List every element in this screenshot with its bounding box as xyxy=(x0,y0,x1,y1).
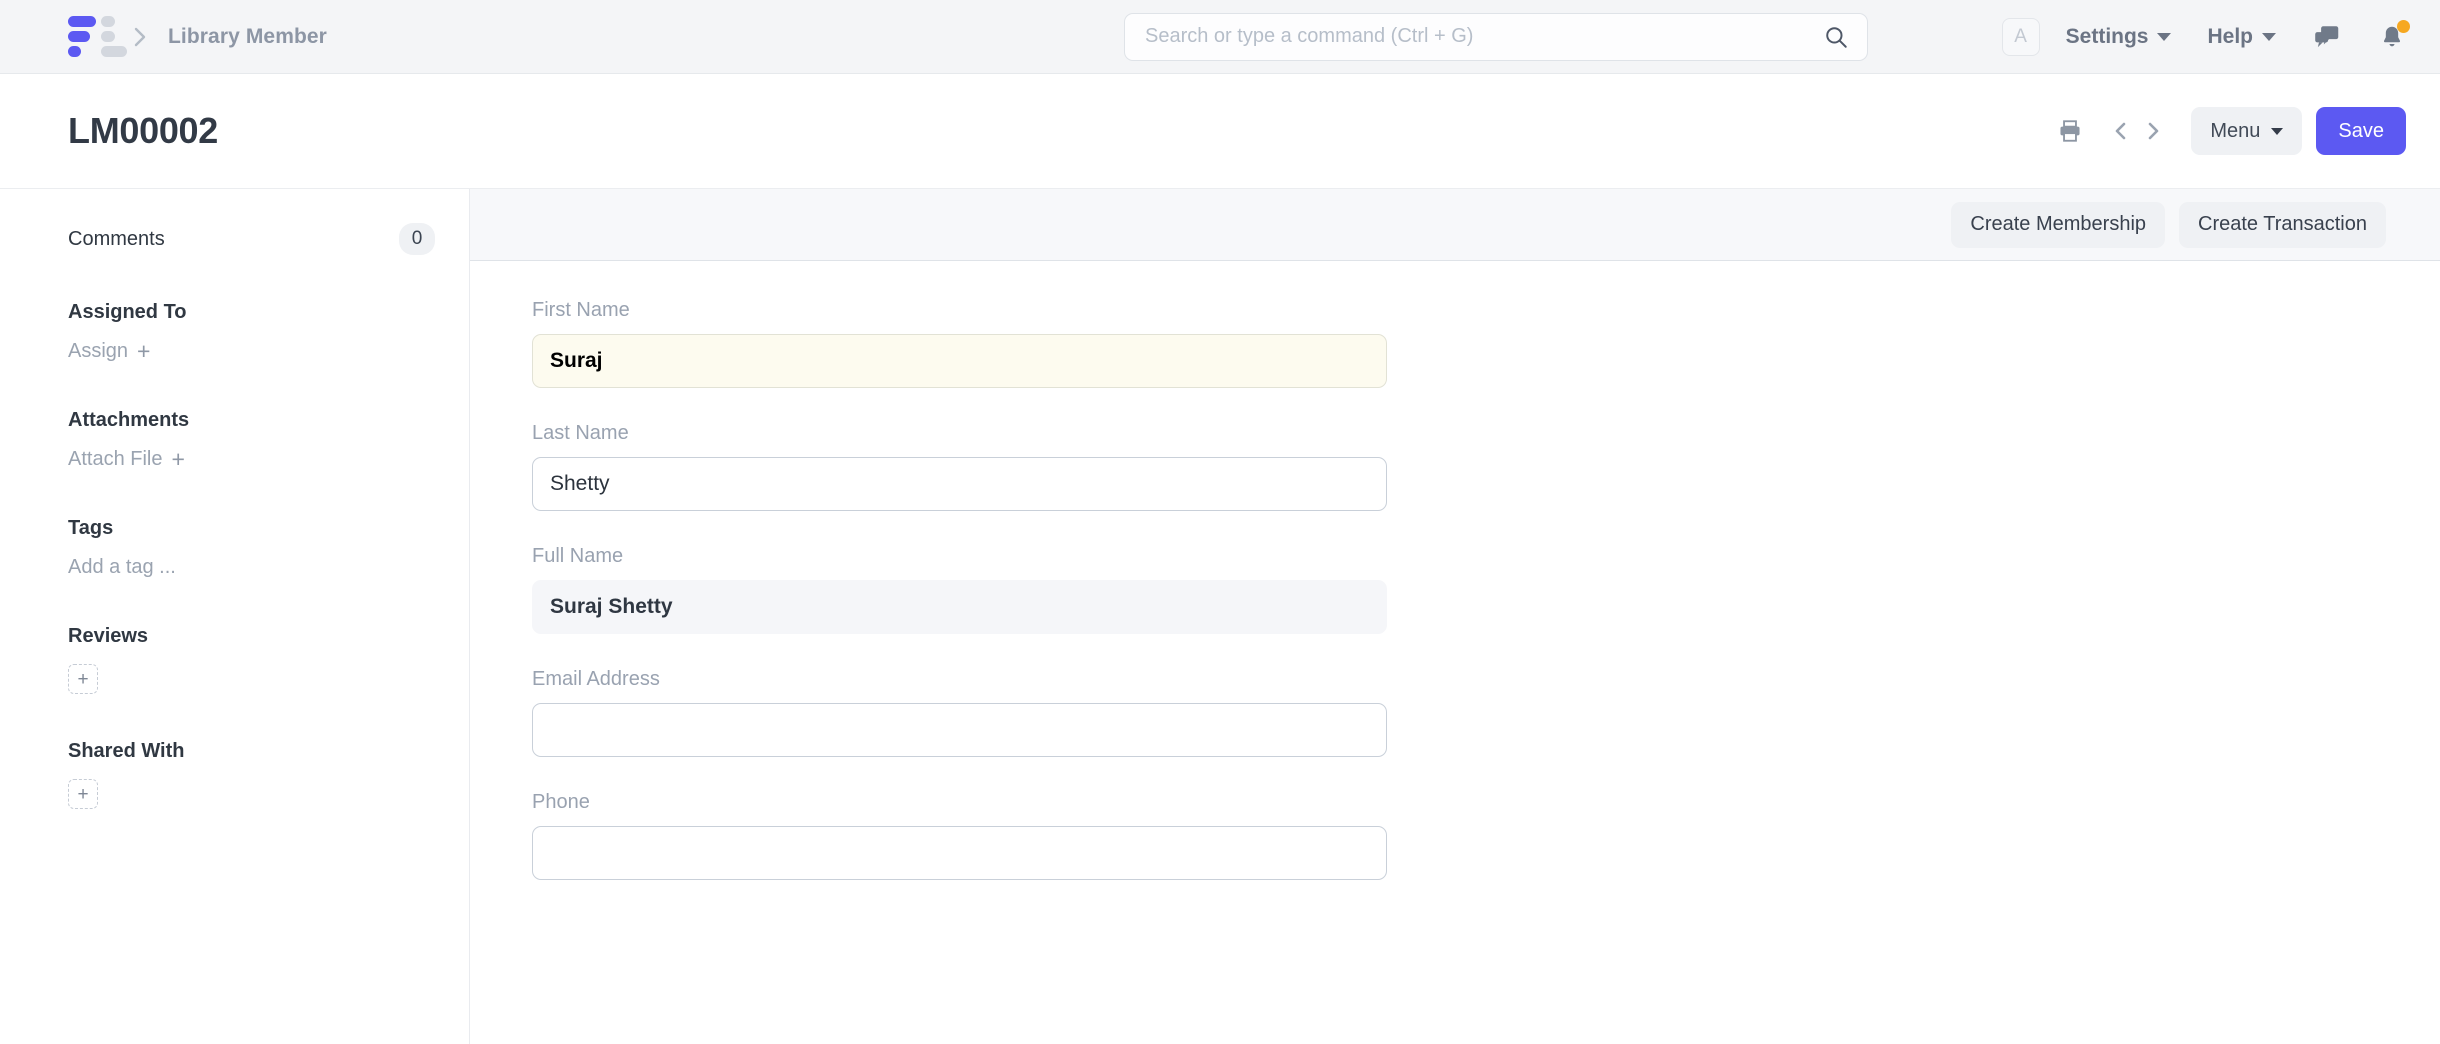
page-body: Comments 0 Assigned To Assign + Attachme… xyxy=(0,188,2440,1044)
field-label: Full Name xyxy=(532,545,2440,568)
print-icon[interactable] xyxy=(2051,118,2089,144)
field-first-name: First Name xyxy=(532,299,2440,388)
phone-input[interactable] xyxy=(532,826,1387,880)
add-review-button[interactable]: + xyxy=(68,664,98,694)
comments-count-badge: 0 xyxy=(399,223,435,255)
comments-label: Comments xyxy=(68,228,165,251)
save-button[interactable]: Save xyxy=(2316,107,2406,155)
sidebar-item-comments[interactable]: Comments 0 xyxy=(68,223,435,255)
form-action-bar: Create Membership Create Transaction xyxy=(470,189,2440,261)
avatar[interactable]: A xyxy=(2002,18,2040,56)
field-label: Phone xyxy=(532,791,2440,814)
bell-icon[interactable] xyxy=(2378,23,2406,51)
navbar-right: A Settings Help xyxy=(2002,18,2406,56)
field-last-name: Last Name xyxy=(532,422,2440,511)
field-full-name: Full Name Suraj Shetty xyxy=(532,545,2440,634)
chevron-down-icon xyxy=(2157,33,2171,41)
chevron-right-icon[interactable] xyxy=(2137,118,2169,144)
sidebar-section-reviews: Reviews + xyxy=(68,625,435,694)
frappe-logo-icon[interactable] xyxy=(68,17,108,57)
page-title: LM00002 xyxy=(68,110,218,152)
plus-icon: + xyxy=(171,448,184,471)
top-navbar: Library Member A Settings Help xyxy=(0,0,2440,74)
sidebar-section-assigned-to: Assigned To Assign + xyxy=(68,301,435,363)
help-menu[interactable]: Help xyxy=(2207,25,2276,49)
settings-label: Settings xyxy=(2066,25,2149,49)
sidebar-section-shared-with: Shared With + xyxy=(68,740,435,809)
form-sidebar: Comments 0 Assigned To Assign + Attachme… xyxy=(0,189,470,1044)
field-phone: Phone xyxy=(532,791,2440,880)
breadcrumb-chevron-icon xyxy=(130,24,150,50)
chat-icon[interactable] xyxy=(2312,22,2342,52)
notification-dot xyxy=(2397,20,2410,33)
add-share-button[interactable]: + xyxy=(68,779,98,809)
chevron-down-icon xyxy=(2271,128,2283,135)
search-input[interactable] xyxy=(1145,25,1823,48)
shared-with-label: Shared With xyxy=(68,740,435,763)
tags-label: Tags xyxy=(68,517,435,540)
search-box[interactable] xyxy=(1124,13,1868,61)
page-header-actions: Menu Save xyxy=(2051,107,2406,155)
last-name-input[interactable] xyxy=(532,457,1387,511)
menu-button-label: Menu xyxy=(2210,120,2260,143)
breadcrumb[interactable]: Library Member xyxy=(168,25,327,49)
sidebar-section-tags: Tags Add a tag ... xyxy=(68,517,435,579)
menu-button[interactable]: Menu xyxy=(2191,107,2302,155)
page-header: LM00002 Menu Save xyxy=(0,74,2440,188)
create-membership-button[interactable]: Create Membership xyxy=(1951,202,2165,248)
chevron-down-icon xyxy=(2262,33,2276,41)
first-name-input[interactable] xyxy=(532,334,1387,388)
create-transaction-button[interactable]: Create Transaction xyxy=(2179,202,2386,248)
attach-file-button[interactable]: Attach File + xyxy=(68,448,435,471)
help-label: Help xyxy=(2207,25,2253,49)
field-label: First Name xyxy=(532,299,2440,322)
assign-button[interactable]: Assign + xyxy=(68,340,435,363)
field-label: Email Address xyxy=(532,668,2440,691)
attachments-label: Attachments xyxy=(68,409,435,432)
attach-file-label: Attach File xyxy=(68,448,162,471)
assign-label: Assign xyxy=(68,340,128,363)
form-main: Create Membership Create Transaction Fir… xyxy=(470,189,2440,1044)
global-search xyxy=(1124,13,1868,61)
add-tag-input[interactable]: Add a tag ... xyxy=(68,556,435,579)
field-label: Last Name xyxy=(532,422,2440,445)
navbar-left: Library Member xyxy=(68,17,327,57)
settings-menu[interactable]: Settings xyxy=(2066,25,2172,49)
search-icon[interactable] xyxy=(1823,24,1849,50)
reviews-label: Reviews xyxy=(68,625,435,648)
plus-icon: + xyxy=(137,340,150,363)
assigned-to-label: Assigned To xyxy=(68,301,435,324)
sidebar-section-attachments: Attachments Attach File + xyxy=(68,409,435,471)
email-address-input[interactable] xyxy=(532,703,1387,757)
chevron-left-icon[interactable] xyxy=(2105,118,2137,144)
field-email-address: Email Address xyxy=(532,668,2440,757)
full-name-value: Suraj Shetty xyxy=(532,580,1387,634)
form-fields: First Name Last Name Full Name Suraj She… xyxy=(470,261,2440,914)
